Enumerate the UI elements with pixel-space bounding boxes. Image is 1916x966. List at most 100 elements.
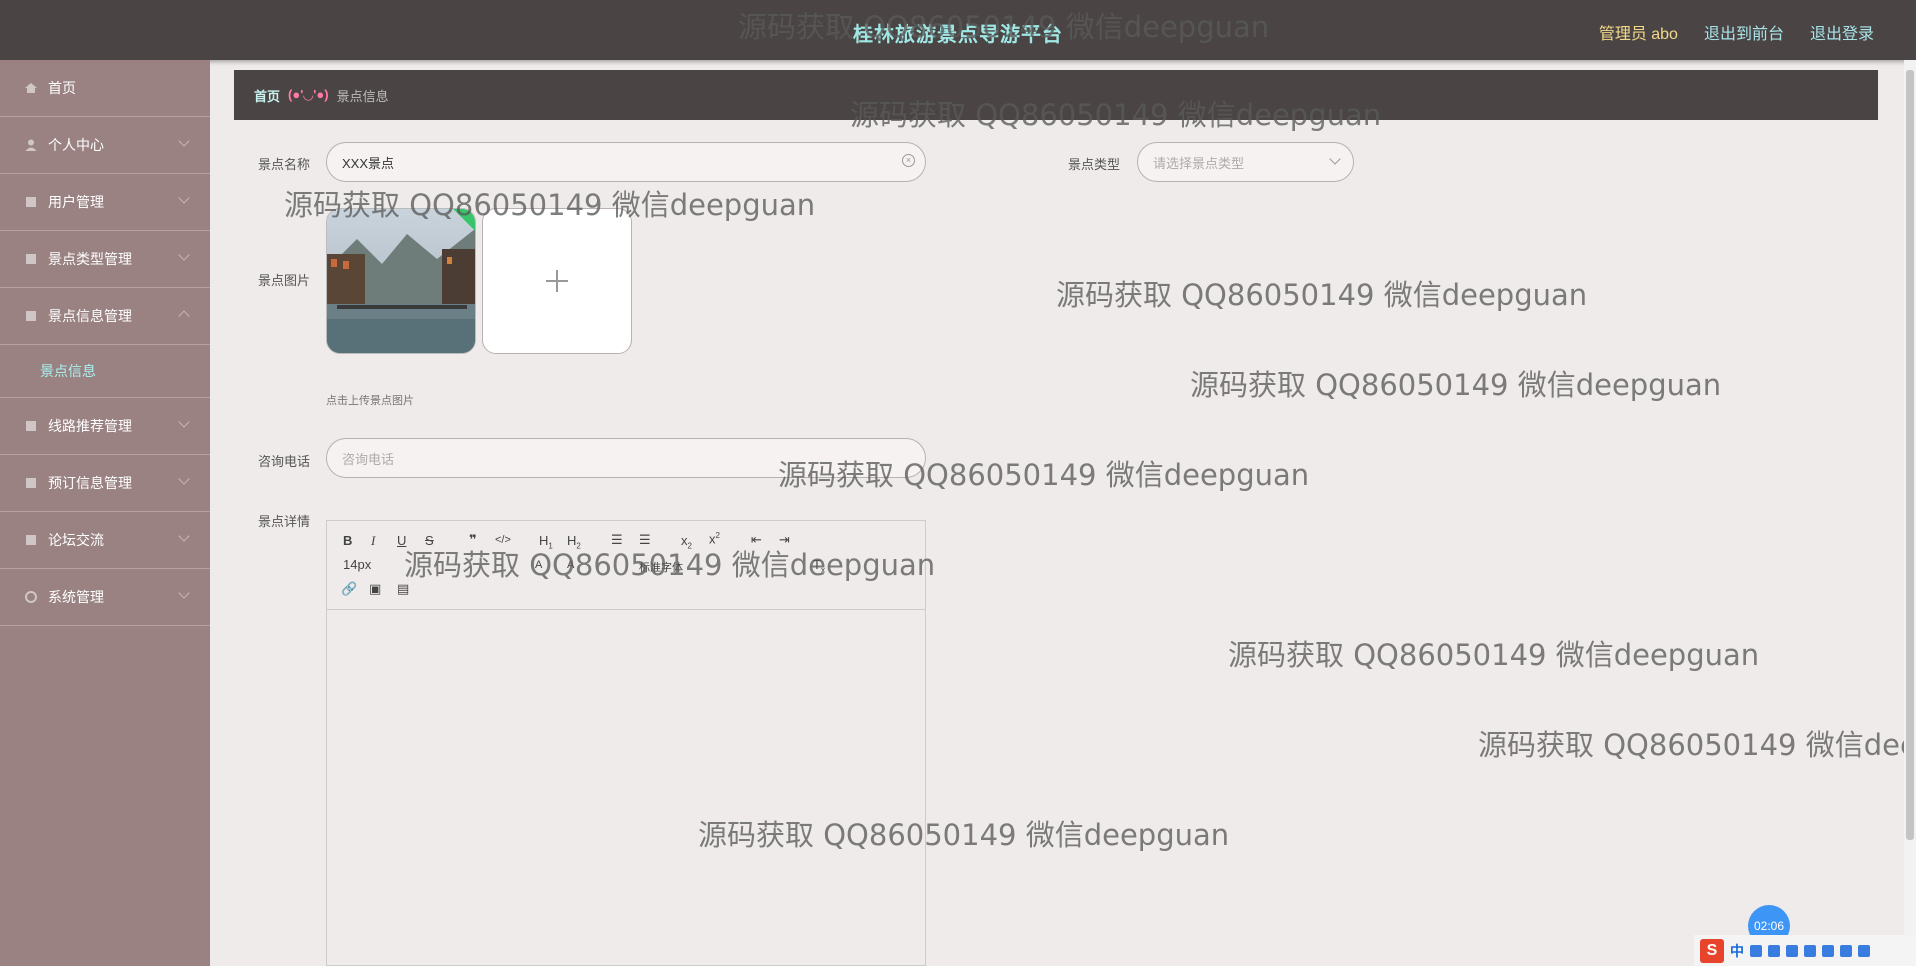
toolbox-icon[interactable] <box>1858 944 1870 957</box>
sidebar-item-label: 景点类型管理 <box>48 251 132 267</box>
underline-button[interactable]: U <box>397 533 406 548</box>
chevron-down-icon <box>178 416 190 428</box>
outdent-button[interactable]: ⇤ <box>751 532 762 548</box>
breadcrumb: 首页 (●'◡'●) 景点信息 <box>234 70 1878 120</box>
chevron-down-icon <box>178 135 190 147</box>
sidebar-item-home[interactable]: 首页 <box>0 60 210 117</box>
scrollbar-thumb[interactable] <box>1906 70 1914 840</box>
sidebar-item-label: 景点信息管理 <box>48 308 132 324</box>
spot-type-placeholder: 请选择景点类型 <box>1153 155 1245 171</box>
blockquote-button[interactable]: ❞ <box>469 532 477 548</box>
spot-name-input[interactable]: XXX景点 × <box>326 142 926 182</box>
bold-button[interactable]: B <box>343 533 352 548</box>
chevron-down-icon <box>178 192 190 204</box>
logout-link[interactable]: 退出登录 <box>1810 20 1874 44</box>
rich-text-editor[interactable]: B I U S ❞ </> H1 H2 ☰ ☰ x2 x2 ⇤ ⇥ 14px A… <box>326 520 926 966</box>
sidebar-item-personal-center[interactable]: 个人中心 <box>0 117 210 174</box>
type-label: 景点类型 <box>1068 157 1121 172</box>
video-icon[interactable]: ▤ <box>397 581 409 597</box>
skin-icon[interactable] <box>1822 944 1834 957</box>
image-label: 景点图片 <box>258 273 311 288</box>
image-upload-button[interactable] <box>482 208 632 354</box>
microphone-icon[interactable] <box>1786 944 1798 957</box>
italic-button[interactable]: I <box>371 533 375 549</box>
keyboard-icon[interactable] <box>1804 944 1816 957</box>
clear-format-button[interactable]: Tx <box>813 557 825 575</box>
sidebar-item-forum[interactable]: 论坛交流 <box>0 512 210 569</box>
sidebar-item-label: 个人中心 <box>48 137 104 153</box>
font-size-select[interactable]: 14px <box>343 557 371 572</box>
sogou-logo-icon[interactable]: S <box>1700 938 1724 963</box>
sidebar-item-label: 预订信息管理 <box>48 475 132 491</box>
chevron-up-icon <box>178 310 190 322</box>
plus-icon-vertical <box>556 270 558 292</box>
sidebar-item-booking-management[interactable]: 预订信息管理 <box>0 455 210 512</box>
phone-placeholder: 咨询电话 <box>342 451 395 467</box>
sidebar-item-route-management[interactable]: 线路推荐管理 <box>0 398 210 455</box>
punctuation-icon[interactable] <box>1750 944 1762 957</box>
user-icon <box>24 138 38 152</box>
editor-toolbar: B I U S ❞ </> H1 H2 ☰ ☰ x2 x2 ⇤ ⇥ 14px A… <box>327 521 925 610</box>
h2-button[interactable]: H2 <box>567 533 581 551</box>
upload-hint: 点击上传景点图片 <box>326 395 414 407</box>
ime-toolbar: S 中 <box>1694 935 1916 966</box>
phone-input[interactable]: 咨询电话 <box>326 438 926 478</box>
detail-label: 景点详情 <box>258 514 311 529</box>
superscript-button[interactable]: x2 <box>709 531 720 546</box>
ime-language-toggle[interactable]: 中 <box>1730 941 1744 961</box>
sidebar-item-user-management[interactable]: 用户管理 <box>0 174 210 231</box>
sidebar-item-label: 首页 <box>48 80 76 96</box>
breadcrumb-home-link[interactable]: 首页 <box>254 86 280 105</box>
chevron-down-icon <box>178 530 190 542</box>
link-icon[interactable]: 🔗 <box>341 581 357 597</box>
font-color-button[interactable]: A <box>535 559 542 571</box>
spot-type-select[interactable]: 请选择景点类型 <box>1137 142 1354 182</box>
bullet-list-button[interactable]: ☰ <box>639 532 651 548</box>
sidebar-subitem-spot-info[interactable]: 景点信息 <box>0 345 210 398</box>
settings-icon <box>24 590 38 604</box>
code-block-button[interactable]: </> <box>495 534 511 546</box>
name-label: 景点名称 <box>258 157 311 172</box>
uploaded-image-thumbnail[interactable] <box>326 208 476 354</box>
user-icon[interactable] <box>1840 944 1852 957</box>
sidebar-item-label: 线路推荐管理 <box>48 418 132 434</box>
clear-icon[interactable]: × <box>902 154 915 167</box>
sidebar-item-info-management[interactable]: 景点信息管理 <box>0 288 210 345</box>
sidebar-item-label: 用户管理 <box>48 194 104 210</box>
image-icon[interactable]: ▣ <box>369 581 381 597</box>
category-icon <box>24 252 38 266</box>
watermark: 源码获取 QQ86050149 微信deepguan <box>1228 638 1760 672</box>
ordered-list-button[interactable]: ☰ <box>611 532 623 548</box>
forum-icon <box>24 533 38 547</box>
scenic-photo <box>327 209 475 353</box>
breadcrumb-current: 景点信息 <box>336 88 389 104</box>
back-to-front-link[interactable]: 退出到前台 <box>1704 20 1784 44</box>
chevron-down-icon <box>1329 153 1341 165</box>
sidebar-item-label: 系统管理 <box>48 589 104 605</box>
font-family-select[interactable]: 标准字体 <box>639 559 683 575</box>
sidebar-item-category-management[interactable]: 景点类型管理 <box>0 231 210 288</box>
chevron-down-icon <box>178 587 190 599</box>
watermark: 源码获取 QQ86050149 微信deepguan <box>1056 278 1588 312</box>
users-icon <box>24 195 38 209</box>
emoji-icon[interactable] <box>1768 944 1780 957</box>
admin-label: 管理员 abo <box>1598 26 1678 43</box>
chevron-down-icon <box>178 249 190 261</box>
home-icon <box>24 81 38 95</box>
sidebar-item-label: 论坛交流 <box>48 532 104 548</box>
top-header: 桂林旅游景点导游平台 管理员 abo 退出到前台 退出登录 <box>0 0 1916 60</box>
strike-button[interactable]: S <box>425 533 434 548</box>
sidebar: 首页 个人中心 用户管理 景点类型管理 景点信息管理 景点信息 线路推荐管理 预… <box>0 60 210 966</box>
breadcrumb-separator: (●'◡'●) <box>288 87 329 102</box>
page-scrollbar[interactable] <box>1904 60 1916 966</box>
booking-icon <box>24 476 38 490</box>
phone-label: 咨询电话 <box>258 454 311 469</box>
background-color-button[interactable]: A <box>567 559 574 571</box>
h1-button[interactable]: H1 <box>539 533 553 551</box>
info-icon <box>24 309 38 323</box>
sidebar-item-system[interactable]: 系统管理 <box>0 569 210 626</box>
indent-button[interactable]: ⇥ <box>779 532 790 548</box>
chevron-down-icon <box>178 473 190 485</box>
watermark: 源码获取 QQ86050149 微信deepguan <box>1190 368 1722 402</box>
subscript-button[interactable]: x2 <box>681 533 692 551</box>
